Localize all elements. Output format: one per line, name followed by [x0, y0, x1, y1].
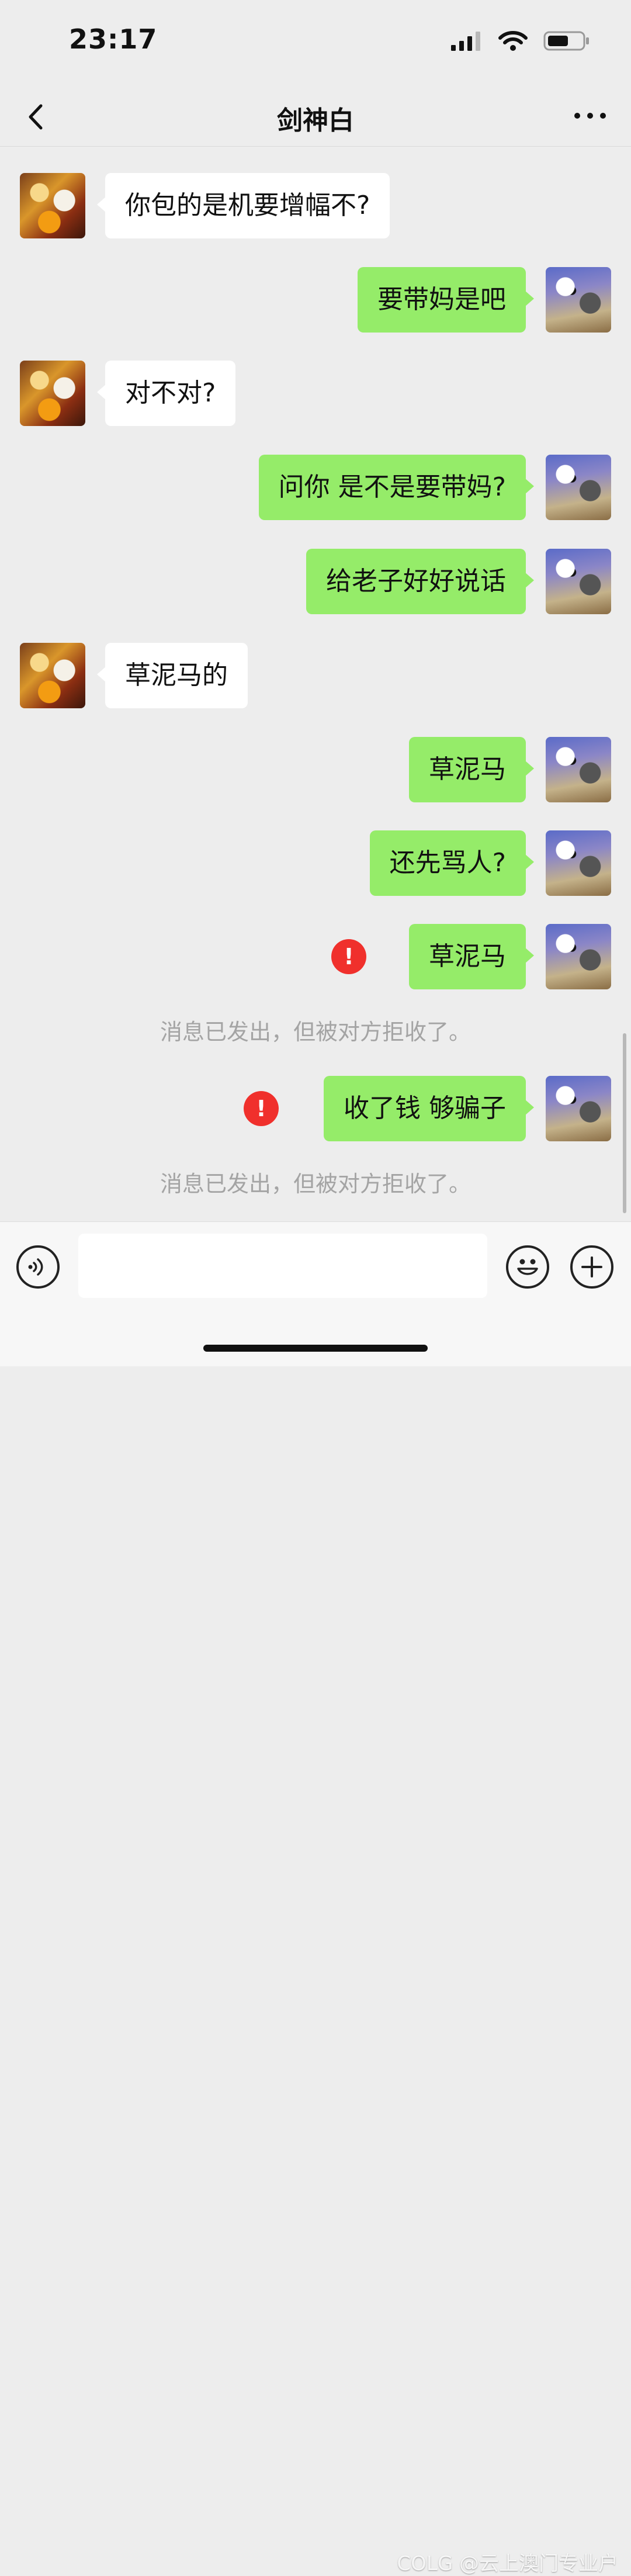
status-time: 23:17: [69, 23, 158, 55]
more-horizontal-icon: [574, 113, 606, 119]
wifi-icon: [498, 31, 528, 51]
plus-button[interactable]: [570, 1245, 613, 1289]
message-row: ! 收了钱 够骗子: [0, 1076, 631, 1141]
message-bubble[interactable]: 草泥马: [409, 737, 534, 802]
signal-icon: [451, 32, 480, 51]
message-list[interactable]: 你包的是机要增幅不? 要带妈是吧 对不对? 问你 是不是要带妈? 给老子好好说话…: [0, 147, 631, 1221]
message-bubble[interactable]: 要带妈是吧: [358, 267, 534, 333]
message-bubble[interactable]: 草泥马: [409, 924, 534, 989]
system-notice: 消息已发出，但被对方拒收了。: [160, 1171, 471, 1197]
message-row: 问你 是不是要带妈?: [0, 455, 631, 520]
system-notice: 消息已发出，但被对方拒收了。: [160, 1019, 471, 1045]
my-avatar[interactable]: [546, 1076, 611, 1141]
message-row: 对不对?: [0, 361, 631, 426]
contact-avatar[interactable]: [20, 361, 85, 426]
message-row: 给老子好好说话: [0, 549, 631, 614]
more-button[interactable]: [573, 104, 608, 127]
message-row: ! 草泥马: [0, 924, 631, 989]
emoji-icon: [517, 1259, 538, 1275]
my-avatar[interactable]: [546, 267, 611, 333]
emoji-button[interactable]: [506, 1245, 549, 1289]
message-bubble[interactable]: 你包的是机要增幅不?: [96, 173, 390, 238]
message-bubble[interactable]: 给老子好好说话: [306, 549, 534, 614]
message-bubble[interactable]: 收了钱 够骗子: [324, 1076, 534, 1141]
my-avatar[interactable]: [546, 549, 611, 614]
message-bubble[interactable]: 对不对?: [96, 361, 236, 426]
my-avatar[interactable]: [546, 830, 611, 896]
message-row: 草泥马: [0, 737, 631, 802]
my-avatar[interactable]: [546, 455, 611, 520]
status-icons: [450, 29, 590, 53]
message-bubble[interactable]: 还先骂人?: [369, 830, 535, 896]
navigation-bar: 剑神白: [0, 88, 631, 147]
voice-button[interactable]: [16, 1245, 60, 1289]
plus-icon: [581, 1256, 602, 1277]
message-row: 要带妈是吧: [0, 267, 631, 333]
message-row: 草泥马的: [0, 643, 631, 708]
message-bubble[interactable]: 问你 是不是要带妈?: [258, 455, 535, 520]
my-avatar[interactable]: [546, 737, 611, 802]
home-indicator: [203, 1345, 428, 1352]
error-icon[interactable]: !: [244, 1091, 279, 1126]
message-input[interactable]: [78, 1234, 487, 1298]
scrollbar-thumb[interactable]: [623, 1033, 626, 1213]
message-row: 还先骂人?: [0, 830, 631, 896]
contact-avatar[interactable]: [20, 643, 85, 708]
message-row: 你包的是机要增幅不?: [0, 173, 631, 238]
contact-avatar[interactable]: [20, 173, 85, 238]
voice-icon: [28, 1258, 43, 1276]
status-bar: 23:17: [0, 0, 631, 88]
chat-title: 剑神白: [277, 106, 354, 136]
my-avatar[interactable]: [546, 924, 611, 989]
error-icon[interactable]: !: [331, 939, 366, 974]
input-bar: COLG @云上澳门专业户: [0, 1221, 631, 2575]
message-bubble[interactable]: 草泥马的: [97, 643, 248, 708]
battery-icon: [543, 31, 589, 51]
watermark: COLG @云上澳门专业户: [397, 2552, 618, 2575]
